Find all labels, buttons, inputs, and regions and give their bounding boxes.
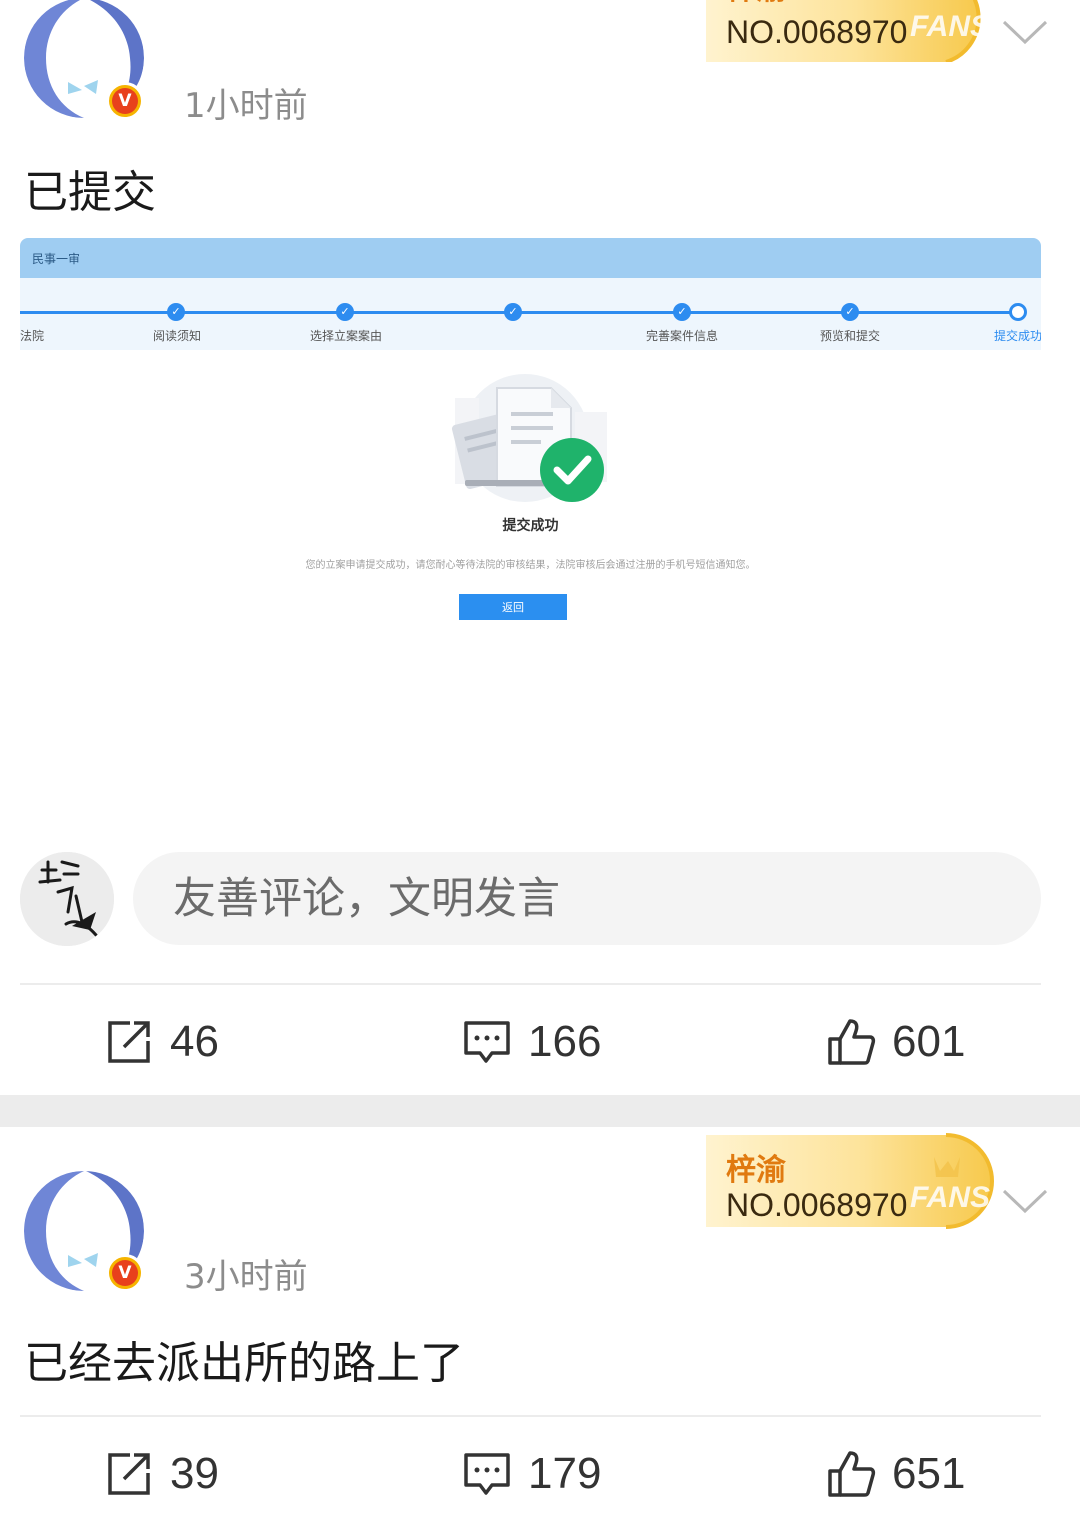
like-count: 651	[892, 1449, 966, 1498]
like-count: 601	[892, 1017, 966, 1066]
chevron-down-icon[interactable]	[1000, 1187, 1050, 1217]
step-label: 选择立案案由	[310, 329, 383, 343]
post-content: 已提交	[24, 167, 156, 218]
thumbs-up-icon	[828, 1451, 876, 1497]
like-button[interactable]: 651	[826, 1444, 965, 1504]
verified-badge-icon: V	[106, 1254, 144, 1292]
comment-input[interactable]	[133, 852, 1041, 945]
post-time: 1小时前	[184, 86, 308, 126]
comment-button[interactable]: 166	[462, 1012, 601, 1072]
step-label: 完善案件信息	[646, 329, 719, 343]
step-label: 阅读须知	[153, 329, 202, 343]
step-check-icon: ✓	[167, 303, 185, 321]
step-current-icon	[1009, 303, 1027, 321]
weibo-post: V 3小时前 梓渝 NO.0068970 FANS 已经去派出所的路上了 39 …	[0, 1127, 1080, 1532]
step-check-icon: ✓	[504, 303, 522, 321]
post-content: 已经去派出所的路上了	[24, 1338, 464, 1389]
chevron-down-icon[interactable]	[1000, 18, 1050, 48]
divider	[20, 983, 1041, 985]
step-check-icon: ✓	[841, 303, 859, 321]
fans-number: NO.0068970	[726, 14, 908, 50]
fans-badge[interactable]: 梓渝 NO.0068970 FANS	[706, 1131, 998, 1229]
fans-number: NO.0068970	[726, 1187, 908, 1223]
back-button[interactable]: 返回	[459, 594, 567, 620]
fans-label: FANS	[910, 10, 991, 43]
step-check-icon: ✓	[673, 303, 691, 321]
weibo-post: V 1小时前 梓渝 NO.0068970 FANS 已提交 民事一审	[0, 0, 1080, 1095]
post-time: 3小时前	[184, 1257, 308, 1297]
repost-count: 39	[170, 1449, 219, 1498]
fans-club-name: 梓渝	[726, 0, 786, 8]
comment-button[interactable]: 179	[462, 1444, 601, 1504]
share-icon	[108, 1453, 150, 1495]
comment-icon	[464, 1021, 510, 1063]
thumbs-up-icon	[828, 1019, 876, 1065]
fans-club-name: 梓渝	[726, 1153, 786, 1188]
step-check-icon: ✓	[336, 303, 354, 321]
fans-label: FANS	[910, 1181, 991, 1214]
repost-button[interactable]: 46	[104, 1012, 219, 1072]
commenter-avatar[interactable]	[20, 852, 114, 946]
image-header-bar: 民事一审	[20, 238, 1041, 278]
step-label: 预览和提交	[820, 329, 881, 343]
image-tab-label: 民事一审	[32, 252, 81, 266]
comment-count: 179	[528, 1449, 602, 1498]
comment-count: 166	[528, 1017, 602, 1066]
success-title: 提交成功	[502, 518, 559, 534]
post-separator	[0, 1095, 1080, 1127]
like-button[interactable]: 601	[826, 1012, 965, 1072]
divider	[20, 1415, 1041, 1417]
share-icon	[108, 1021, 150, 1063]
repost-button[interactable]: 39	[104, 1444, 219, 1504]
step-label: 提交成功	[994, 329, 1041, 343]
repost-count: 46	[170, 1017, 219, 1066]
document-success-illustration	[451, 374, 607, 502]
step-label: 法院	[20, 329, 45, 343]
verified-badge-icon: V	[106, 82, 144, 120]
comment-icon	[464, 1453, 510, 1495]
post-image[interactable]: 民事一审 ✓ ✓ ✓ ✓ ✓ 法院 阅读须知 选择立案案由 完善案件信息 预览和…	[20, 238, 1041, 818]
success-description: 您的立案申请提交成功，请您耐心等待法院的审核结果，法院审核后会通过注册的手机号短…	[305, 560, 756, 571]
fans-badge[interactable]: 梓渝 NO.0068970 FANS	[706, 0, 998, 62]
